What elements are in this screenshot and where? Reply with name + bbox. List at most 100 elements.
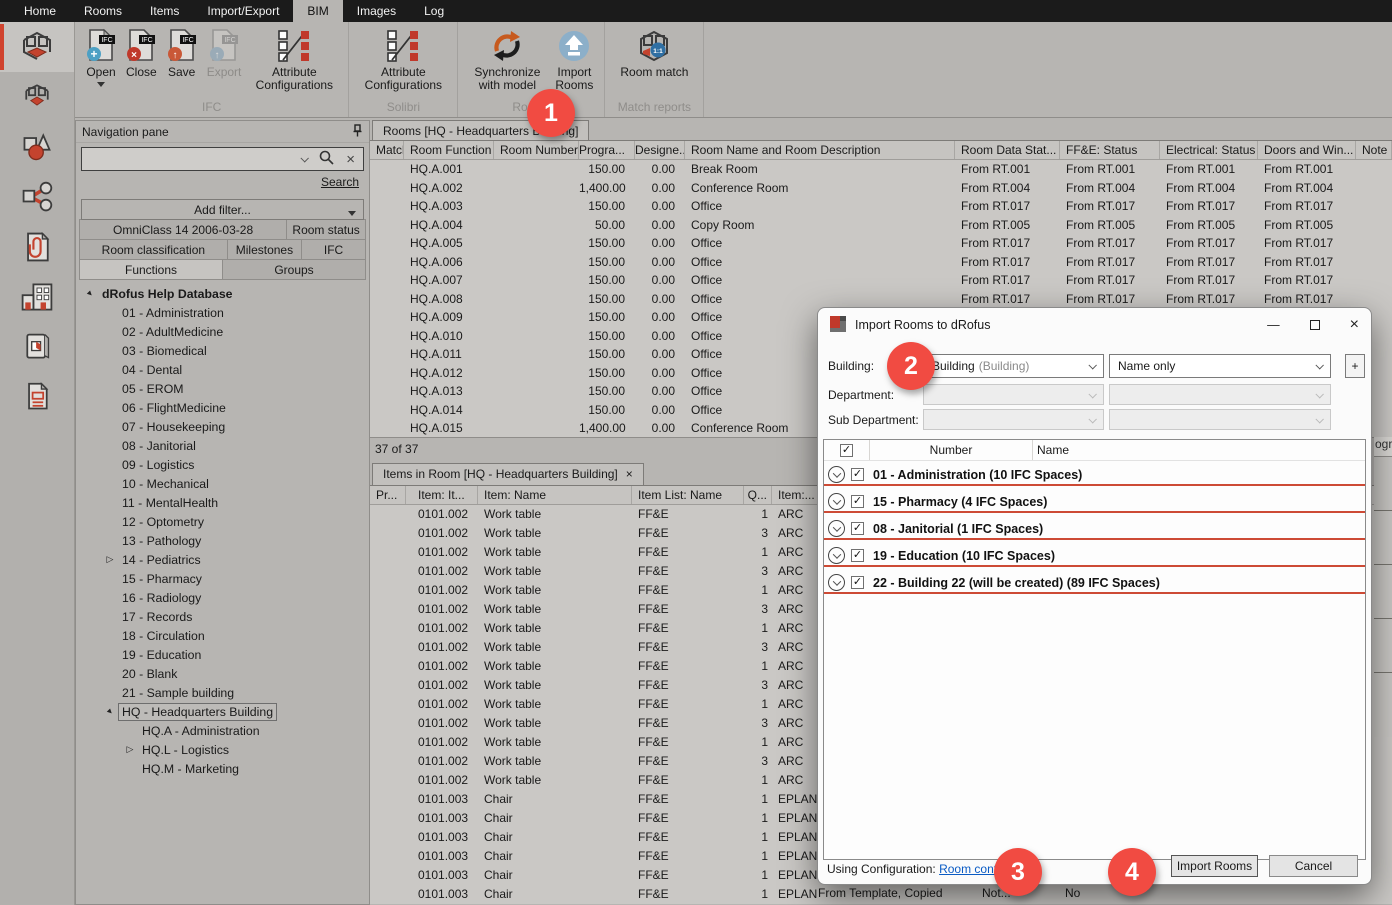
tree-item-label[interactable]: 06 - FlightMedicine: [118, 399, 230, 417]
rooms-table-row[interactable]: HQ.A.005 150.00 0.00 Office From RT.017 …: [370, 234, 1392, 253]
reports-module-icon[interactable]: [0, 372, 74, 422]
tree-item-label[interactable]: HQ.M - Marketing: [138, 760, 243, 778]
tree-item[interactable]: 05 - EROM: [76, 379, 369, 398]
expand-group-chevron-icon[interactable]: [828, 520, 845, 537]
pin-icon[interactable]: [352, 124, 363, 140]
import-rooms-button[interactable]: Import Rooms: [550, 24, 598, 94]
tree-item-label[interactable]: dRofus Help Database: [98, 285, 237, 303]
tree-item[interactable]: 10 - Mechanical: [76, 474, 369, 493]
group-checkbox[interactable]: ✓: [851, 495, 864, 508]
rooms-column-header[interactable]: Electrical: Status: [1160, 141, 1258, 159]
tree-item-label[interactable]: 08 - Janitorial: [118, 437, 200, 455]
import-group-row[interactable]: ✓ 01 - Administration (10 IFC Spaces): [824, 461, 1365, 488]
menu-item[interactable]: Images: [343, 0, 410, 22]
tree-item-label[interactable]: 01 - Administration: [118, 304, 228, 322]
tree-item[interactable]: HQ - Headquarters Building: [76, 702, 369, 721]
tree-item[interactable]: 18 - Circulation: [76, 626, 369, 645]
documents-module-icon[interactable]: [0, 222, 74, 272]
tree-item-label[interactable]: 16 - Radiology: [118, 589, 205, 607]
import-group-row[interactable]: ✓ 22 - Building 22 (will be created) (89…: [824, 569, 1365, 596]
rooms-column-header[interactable]: FF&E: Status: [1060, 141, 1160, 159]
tree-item-label[interactable]: HQ.L - Logistics: [138, 741, 233, 759]
add-filter-dropdown[interactable]: Add filter...: [81, 199, 364, 220]
tree-expander-icon[interactable]: [122, 744, 138, 755]
search-options-chevron-icon[interactable]: [301, 154, 309, 162]
tree-item-label[interactable]: 18 - Circulation: [118, 627, 209, 645]
synchronize-with-model-button[interactable]: Synchronize with model: [464, 24, 550, 94]
tree-item-label[interactable]: 20 - Blank: [118, 665, 181, 683]
rooms-table-row[interactable]: HQ.A.006 150.00 0.00 Office From RT.017 …: [370, 253, 1392, 272]
menu-item[interactable]: BIM: [293, 0, 342, 22]
search-input[interactable]: [82, 148, 301, 170]
tree-item[interactable]: 19 - Education: [76, 645, 369, 664]
tree-item[interactable]: 21 - Sample building: [76, 683, 369, 702]
tree-item-label[interactable]: 10 - Mechanical: [118, 475, 213, 493]
nav-filter-tab[interactable]: Room status: [286, 219, 366, 240]
close-button[interactable]: IFC× Close: [121, 24, 162, 81]
expand-group-chevron-icon[interactable]: [828, 547, 845, 564]
tree-item[interactable]: HQ.A - Administration: [76, 721, 369, 740]
number-column-header[interactable]: Number: [870, 440, 1033, 460]
save-button[interactable]: IFC↑ Save: [162, 24, 202, 81]
tree-item[interactable]: dRofus Help Database: [76, 284, 369, 303]
tree-item[interactable]: 20 - Blank: [76, 664, 369, 683]
rooms-table-row[interactable]: HQ.A.007 150.00 0.00 Office From RT.017 …: [370, 271, 1392, 290]
rooms-table-row[interactable]: HQ.A.003 150.00 0.00 Office From RT.017 …: [370, 197, 1392, 216]
rooms-column-header[interactable]: Room Function #: [404, 141, 494, 159]
equipment-module-icon[interactable]: [0, 122, 74, 172]
tree-item[interactable]: 09 - Logistics: [76, 455, 369, 474]
nav-filter-tab[interactable]: Room classification: [79, 239, 228, 260]
nav-filter-tab[interactable]: IFC: [301, 239, 366, 260]
rooms-table-row[interactable]: HQ.A.001 150.00 0.00 Break Room From RT.…: [370, 160, 1392, 179]
tree-item[interactable]: 11 - MentalHealth: [76, 493, 369, 512]
rooms-column-header[interactable]: Designe...: [635, 141, 685, 159]
tree-item-label[interactable]: 04 - Dental: [118, 361, 186, 379]
import-group-row[interactable]: ✓ 15 - Pharmacy (4 IFC Spaces): [824, 488, 1365, 515]
rooms-column-header[interactable]: Room Data Stat...: [955, 141, 1060, 159]
tree-item-label[interactable]: 07 - Housekeeping: [118, 418, 229, 436]
menu-item[interactable]: Items: [136, 0, 193, 22]
rooms-table-row[interactable]: HQ.A.008 150.00 0.00 Office From RT.017 …: [370, 290, 1392, 309]
tree-item[interactable]: 01 - Administration: [76, 303, 369, 322]
tree-item[interactable]: HQ.L - Logistics: [76, 740, 369, 759]
tree-item-label[interactable]: HQ - Headquarters Building: [118, 703, 277, 721]
rooms-table-row[interactable]: HQ.A.004 50.00 0.00 Copy Room From RT.00…: [370, 216, 1392, 235]
expand-group-chevron-icon[interactable]: [828, 493, 845, 510]
name-mode-select[interactable]: Name only: [1109, 354, 1331, 378]
close-icon[interactable]: ×: [1350, 316, 1359, 334]
products-module-icon[interactable]: [0, 322, 74, 372]
tree-item-label[interactable]: 12 - Optometry: [118, 513, 208, 531]
menu-item[interactable]: Import/Export: [193, 0, 293, 22]
tree-item[interactable]: 04 - Dental: [76, 360, 369, 379]
tree-expander-icon[interactable]: [102, 707, 118, 716]
tree-expander-icon[interactable]: [102, 554, 118, 565]
tree-item-label[interactable]: HQ.A - Administration: [138, 722, 264, 740]
nav-filter-tab[interactable]: Functions: [79, 259, 223, 280]
items-column-header[interactable]: Item: Name: [478, 486, 632, 504]
search-icon[interactable]: [319, 150, 334, 168]
tree-item-label[interactable]: 05 - EROM: [118, 380, 188, 398]
rooms-column-header[interactable]: Room Number: [494, 141, 579, 159]
tree-item-label[interactable]: 11 - MentalHealth: [118, 494, 222, 512]
group-checkbox[interactable]: ✓: [851, 468, 864, 481]
menu-item[interactable]: Rooms: [70, 0, 136, 22]
tree-expander-icon[interactable]: [82, 289, 98, 298]
attribute-configurations-solibri-button[interactable]: Attribute Configurations: [355, 24, 451, 94]
items-in-room-module-icon[interactable]: [0, 72, 74, 122]
buildings-module-icon[interactable]: [0, 272, 74, 322]
attribute-configurations-ifc-button[interactable]: Attribute Configurations: [246, 24, 342, 94]
import-group-row[interactable]: ✓ 19 - Education (10 IFC Spaces): [824, 542, 1365, 569]
tree-item[interactable]: 15 - Pharmacy: [76, 569, 369, 588]
menu-item[interactable]: Log: [410, 0, 458, 22]
tree-item-label[interactable]: 09 - Logistics: [118, 456, 198, 474]
items-column-header[interactable]: Item List: Name: [632, 486, 744, 504]
expand-group-chevron-icon[interactable]: [828, 574, 845, 591]
tree-item[interactable]: 14 - Pediatrics: [76, 550, 369, 569]
tree-item[interactable]: 08 - Janitorial: [76, 436, 369, 455]
tree-item[interactable]: 06 - FlightMedicine: [76, 398, 369, 417]
cancel-button[interactable]: Cancel: [1269, 855, 1358, 877]
tree-item-label[interactable]: 13 - Pathology: [118, 532, 205, 550]
rooms-column-header[interactable]: Note: [1356, 141, 1392, 159]
tree-item-label[interactable]: 21 - Sample building: [118, 684, 238, 702]
tree-item[interactable]: 03 - Biomedical: [76, 341, 369, 360]
